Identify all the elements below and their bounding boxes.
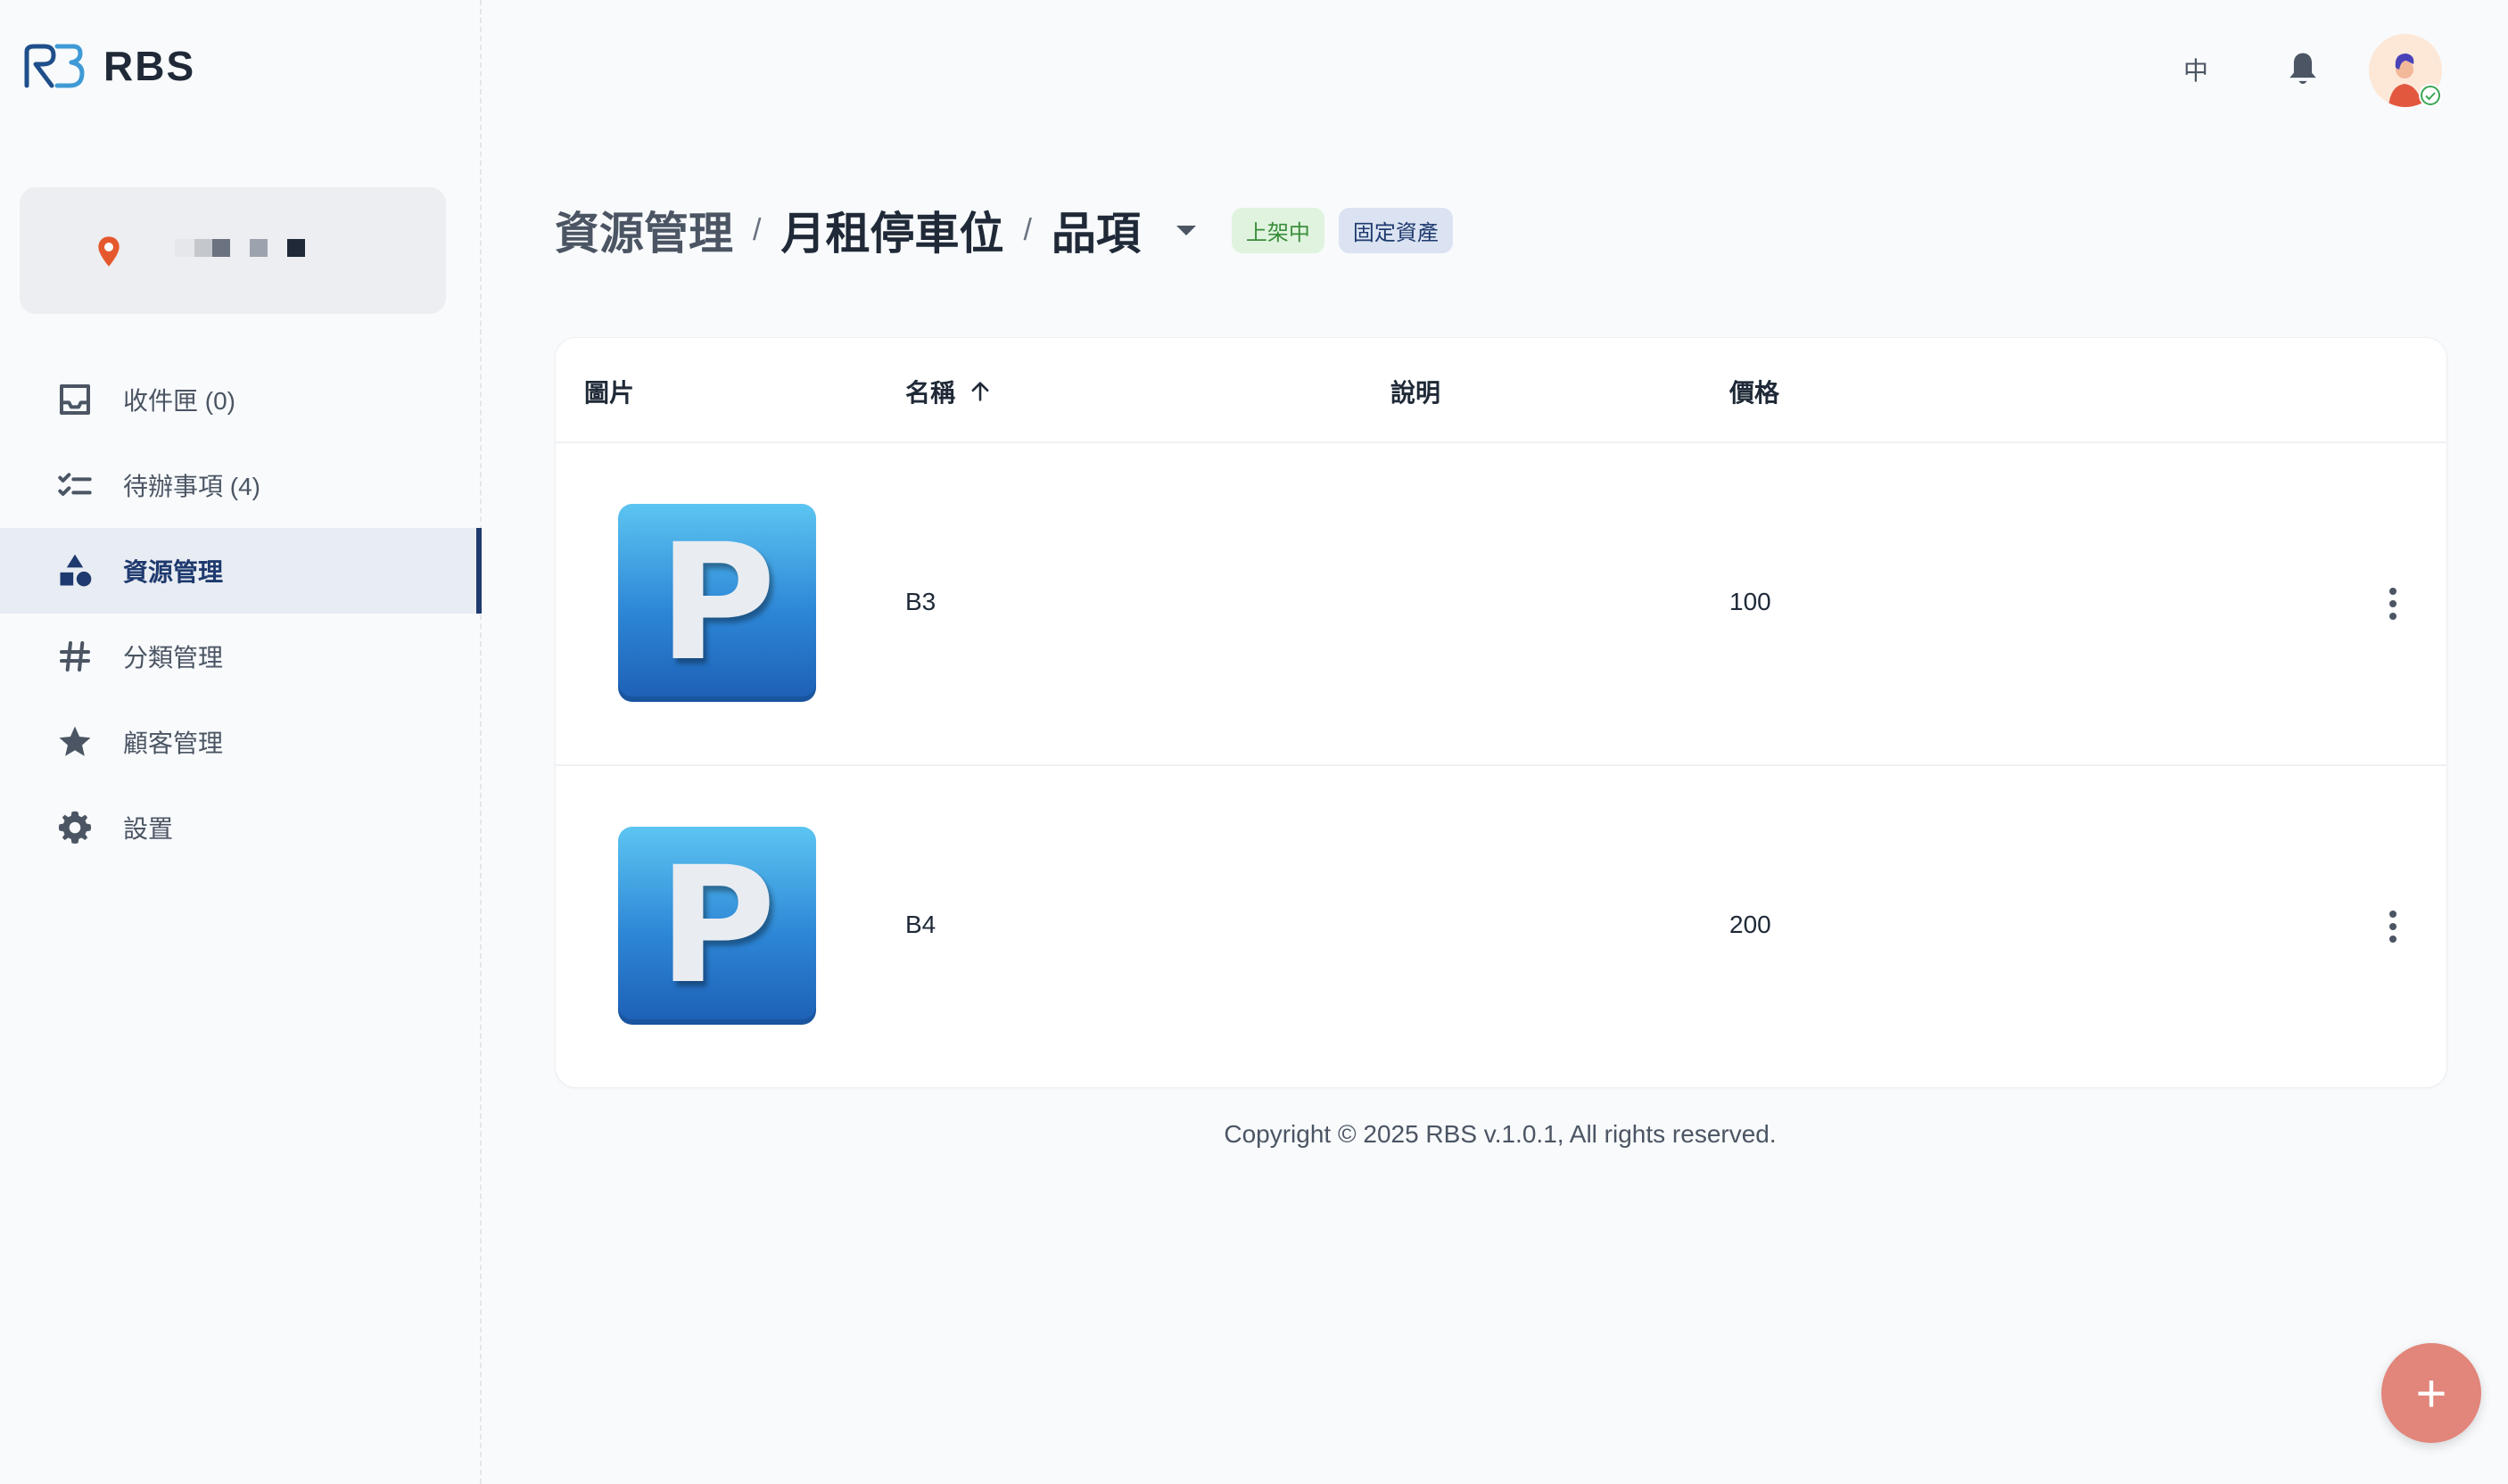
- sidebar-nav: 收件匣 (0) 待辦事項 (4) 資源管理 分類管理 顧客管理 設置: [0, 357, 482, 870]
- sidebar-item-label: 資源管理: [123, 558, 224, 586]
- sidebar: RBS 收件匣 (0) 待辦事項 (4) 資源管理 分類管理 顧客管理 設置: [0, 0, 482, 1484]
- sidebar-item-label: 顧客管理: [123, 730, 224, 757]
- map-pin-icon: [98, 236, 120, 267]
- breadcrumb: 資源管理 / 月租停車位 / 品項 上架中 固定資產: [555, 198, 1467, 262]
- sidebar-item-settings[interactable]: 設置: [0, 785, 482, 870]
- column-header-name-label: 名稱: [905, 379, 956, 407]
- shapes-icon: [55, 551, 95, 590]
- location-name-redacted: [175, 239, 305, 257]
- sidebar-item-categories[interactable]: 分類管理: [0, 614, 482, 699]
- column-header-price: 價格: [1729, 379, 1780, 407]
- sidebar-item-customers[interactable]: 顧客管理: [0, 699, 482, 785]
- sidebar-item-label: 收件匣 (0): [123, 387, 236, 415]
- breadcrumb-monthly-parking[interactable]: 月租停車位: [780, 198, 1003, 262]
- column-header-image: 圖片: [584, 379, 635, 407]
- type-badge: 固定資產: [1338, 207, 1453, 253]
- add-item-button[interactable]: +: [2381, 1343, 2481, 1443]
- parking-p-icon: P: [658, 509, 776, 697]
- language-switch-button[interactable]: 中: [2183, 52, 2208, 87]
- parking-p-icon: P: [658, 832, 776, 1019]
- footer-copyright: Copyright © 2025 RBS v.1.0.1, All rights…: [1224, 1120, 1777, 1148]
- breadcrumb-separator: /: [753, 212, 762, 247]
- parking-image: P: [618, 504, 816, 702]
- bell-icon[interactable]: [2283, 50, 2322, 89]
- page-title: 品項: [1051, 209, 1141, 259]
- status-badge: 上架中: [1231, 207, 1324, 253]
- rbs-logo-icon: [24, 44, 85, 88]
- breadcrumb-resources[interactable]: 資源管理: [555, 198, 733, 262]
- inbox-icon: [55, 380, 95, 419]
- brand-name: RBS: [103, 43, 196, 89]
- sidebar-item-resources[interactable]: 資源管理: [0, 528, 482, 614]
- checklist-icon: [55, 466, 95, 505]
- item-price: 100: [1729, 588, 1771, 615]
- item-name: B4: [905, 911, 936, 938]
- sort-ascending-icon[interactable]: [968, 379, 993, 404]
- brand[interactable]: RBS: [21, 41, 195, 91]
- more-vertical-icon[interactable]: [2375, 907, 2411, 946]
- online-status-icon: [2419, 84, 2442, 107]
- table-header: 圖片 名稱 說明 價格: [556, 338, 2446, 443]
- sidebar-item-inbox[interactable]: 收件匣 (0): [0, 357, 482, 442]
- items-table: 圖片 名稱 說明 價格 P B3 100 P B4 200: [555, 337, 2447, 1088]
- sidebar-item-todo[interactable]: 待辦事項 (4): [0, 442, 482, 528]
- star-icon: [55, 722, 95, 762]
- sidebar-item-label: 待辦事項 (4): [123, 473, 261, 500]
- breadcrumb-separator: /: [1023, 212, 1032, 247]
- gear-icon: [55, 808, 95, 847]
- column-header-description: 說明: [1390, 379, 1441, 407]
- item-price: 200: [1729, 911, 1771, 938]
- sidebar-item-label: 分類管理: [123, 644, 224, 672]
- table-row[interactable]: P B4 200: [556, 764, 2446, 1087]
- item-name: B3: [905, 588, 936, 615]
- column-header-name[interactable]: 名稱: [905, 374, 993, 409]
- sidebar-item-label: 設置: [123, 815, 174, 843]
- parking-image: P: [618, 827, 816, 1025]
- table-row[interactable]: P B3 100: [556, 441, 2446, 766]
- more-vertical-icon[interactable]: [2375, 584, 2411, 623]
- chevron-down-icon[interactable]: [1176, 225, 1196, 235]
- hashtag-icon: [55, 637, 95, 676]
